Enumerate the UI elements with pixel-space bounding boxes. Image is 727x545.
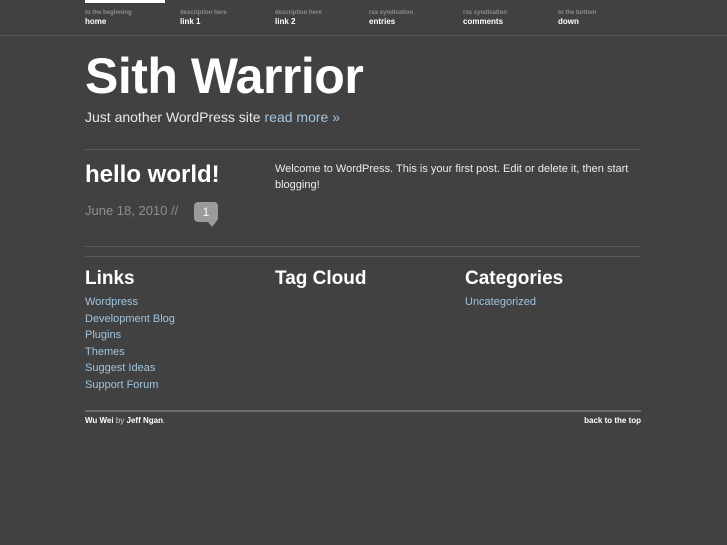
- top-navigation: to the beginning home description here l…: [0, 0, 727, 36]
- link-item[interactable]: Themes: [85, 344, 175, 361]
- comment-count-bubble[interactable]: 1: [194, 202, 218, 227]
- site-tagline: Just another WordPress site read more »: [85, 109, 340, 125]
- nav-item-home[interactable]: to the beginning home: [85, 9, 175, 26]
- site-title[interactable]: Sith Warrior: [85, 46, 364, 106]
- nav-item-link-1[interactable]: description here link 1: [180, 9, 270, 26]
- credits-by-text: by: [115, 416, 125, 425]
- nav-item-comments[interactable]: rss syndication comments: [463, 9, 553, 26]
- credits-period: .: [162, 416, 166, 425]
- nav-item-description: rss syndication: [463, 10, 508, 16]
- link-item[interactable]: Support Forum: [85, 377, 175, 394]
- author-link[interactable]: Jeff Ngan: [127, 416, 163, 425]
- nav-item-description: description here: [275, 10, 322, 16]
- category-item[interactable]: Uncategorized: [465, 294, 536, 311]
- categories-list: Uncategorized: [465, 294, 536, 311]
- post-title[interactable]: hello world!: [85, 160, 220, 190]
- nav-item-entries[interactable]: rss syndication entries: [369, 9, 459, 26]
- link-item[interactable]: Development Blog: [85, 311, 175, 328]
- nav-item-label: down: [558, 17, 579, 26]
- post-body: Welcome to WordPress. This is your first…: [275, 163, 629, 191]
- link-item[interactable]: Suggest Ideas: [85, 360, 175, 377]
- nav-item-label: entries: [369, 17, 396, 26]
- nav-item-description: rss syndication: [369, 10, 414, 16]
- nav-item-description: to the beginning: [85, 10, 132, 16]
- link-item[interactable]: Plugins: [85, 327, 175, 344]
- active-nav-indicator: [85, 0, 165, 3]
- nav-item-description: description here: [180, 10, 227, 16]
- tag-cloud-widget-title: Tag Cloud: [275, 268, 367, 289]
- divider: [85, 256, 641, 257]
- links-widget-title: Links: [85, 268, 135, 289]
- nav-item-down[interactable]: to the bottom down: [558, 9, 648, 26]
- nav-item-label: home: [85, 17, 107, 26]
- nav-item-label: link 2: [275, 17, 296, 26]
- tagline-text: Just another WordPress site: [85, 109, 261, 125]
- read-more-link[interactable]: read more »: [265, 109, 340, 125]
- link-item[interactable]: Wordpress: [85, 294, 175, 311]
- footer-credits: Wu Wei by Jeff Ngan.: [85, 416, 165, 425]
- nav-item-description: to the bottom: [558, 10, 597, 16]
- theme-name-link[interactable]: Wu Wei: [85, 416, 114, 425]
- divider: [85, 149, 641, 150]
- post-date: June 18, 2010 //: [85, 203, 179, 218]
- divider: [85, 246, 641, 247]
- back-to-top-link[interactable]: back to the top: [584, 416, 641, 425]
- links-list: Wordpress Development Blog Plugins Theme…: [85, 294, 175, 393]
- nav-item-label: link 1: [180, 17, 201, 26]
- footer-divider: [85, 410, 641, 412]
- nav-item-link-2[interactable]: description here link 2: [275, 9, 365, 26]
- nav-item-label: comments: [463, 17, 504, 26]
- categories-widget-title: Categories: [465, 268, 564, 289]
